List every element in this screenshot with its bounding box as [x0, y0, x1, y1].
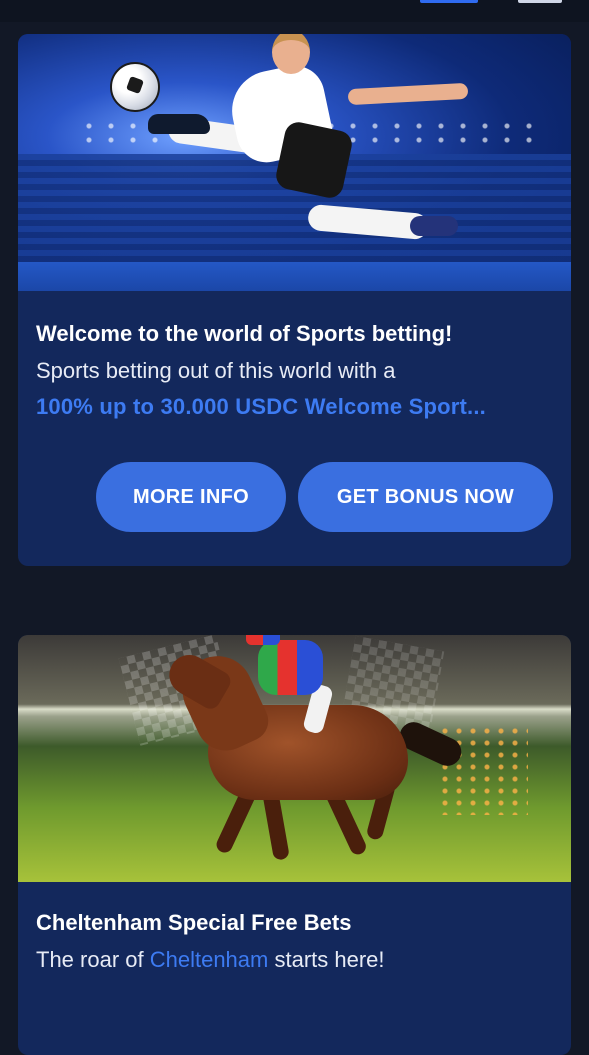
promo-title: Cheltenham Special Free Bets: [36, 910, 352, 935]
promo-actions: MORE INFO GET BONUS NOW: [18, 462, 571, 532]
get-bonus-button[interactable]: GET BONUS NOW: [298, 462, 553, 532]
promo-offer-link[interactable]: 100% up to 30.000 USDC Welcome Sport...: [36, 389, 553, 425]
promo-card-cheltenham: Cheltenham Special Free Bets The roar of…: [18, 635, 571, 1055]
active-tab-indicator[interactable]: [420, 0, 478, 3]
promo-description-suffix: starts here!: [268, 947, 385, 972]
promo-image-soccer[interactable]: [18, 34, 571, 291]
promo-card-sports: Welcome to the world of Sports betting! …: [18, 34, 571, 566]
jockey-helmet: [246, 635, 280, 645]
promo-text: Cheltenham Special Free Bets The roar of…: [18, 909, 571, 978]
tab-indicator[interactable]: [518, 0, 562, 3]
top-bar: [0, 0, 589, 22]
promo-description-prefix: The roar of: [36, 947, 150, 972]
soccer-ball-icon: [110, 62, 160, 112]
pitch: [18, 262, 571, 291]
promo-description: The roar of Cheltenham starts here!: [36, 942, 553, 978]
promo-title: Welcome to the world of Sports betting!: [36, 321, 453, 346]
promo-image-horse[interactable]: [18, 635, 571, 882]
more-info-button[interactable]: MORE INFO: [96, 462, 286, 532]
promo-description: Sports betting out of this world with a: [36, 358, 396, 383]
player-arm: [347, 82, 469, 106]
cheltenham-link[interactable]: Cheltenham: [150, 947, 269, 972]
player-boot: [410, 216, 458, 236]
player-shorts: [273, 119, 355, 201]
promo-text: Welcome to the world of Sports betting! …: [18, 320, 571, 425]
player-boot: [148, 114, 210, 134]
jockey-silks: [258, 640, 323, 695]
